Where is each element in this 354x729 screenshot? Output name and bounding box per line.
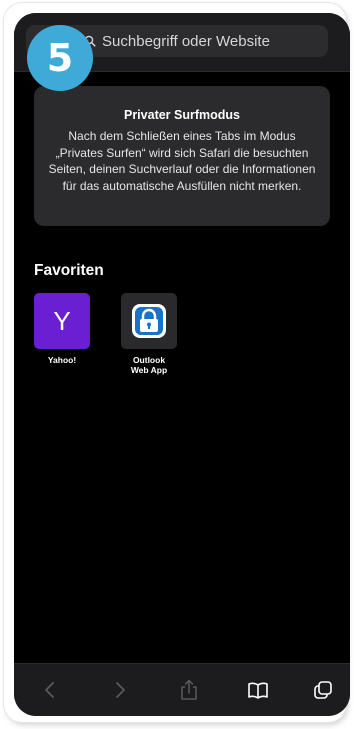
favorite-outlook-web-app[interactable]: Outlook Web App	[113, 293, 185, 375]
search-placeholder: Suchbegriff oder Website	[102, 32, 270, 50]
private-mode-text: Nach dem Schließen eines Tabs im Modus „…	[48, 129, 316, 193]
favorites-heading: Favoriten	[34, 262, 104, 279]
share-icon	[181, 679, 197, 700]
private-mode-info: Privater Surfmodus Nach dem Schließen ei…	[34, 86, 330, 226]
back-button[interactable]	[36, 676, 64, 704]
tabs-icon	[314, 681, 332, 699]
yahoo-logo-icon: Y	[34, 293, 90, 349]
favorite-yahoo[interactable]: Y Yahoo!	[26, 293, 98, 365]
bookmarks-button[interactable]	[244, 676, 272, 704]
tabs-button[interactable]	[309, 676, 337, 704]
private-mode-title: Privater Surfmodus	[123, 108, 240, 122]
back-chevron-icon	[45, 682, 54, 698]
padlock-icon	[132, 304, 166, 338]
bottom-toolbar	[14, 663, 350, 716]
phone-frame: Suchbegriff oder Website Privater Surfmo…	[4, 3, 350, 722]
step-number-badge: 5	[27, 25, 93, 91]
safari-screen: Suchbegriff oder Website Privater Surfmo…	[14, 13, 350, 716]
bookmarks-icon	[248, 682, 268, 699]
outlook-web-app-tile	[121, 293, 177, 349]
favorite-label: Outlook Web App	[130, 355, 168, 375]
forward-button[interactable]	[106, 676, 134, 704]
share-button[interactable]	[175, 676, 203, 704]
favorite-label: Yahoo!	[47, 355, 77, 365]
yahoo-tile-letter: Y	[53, 305, 71, 336]
forward-chevron-icon	[116, 682, 125, 698]
